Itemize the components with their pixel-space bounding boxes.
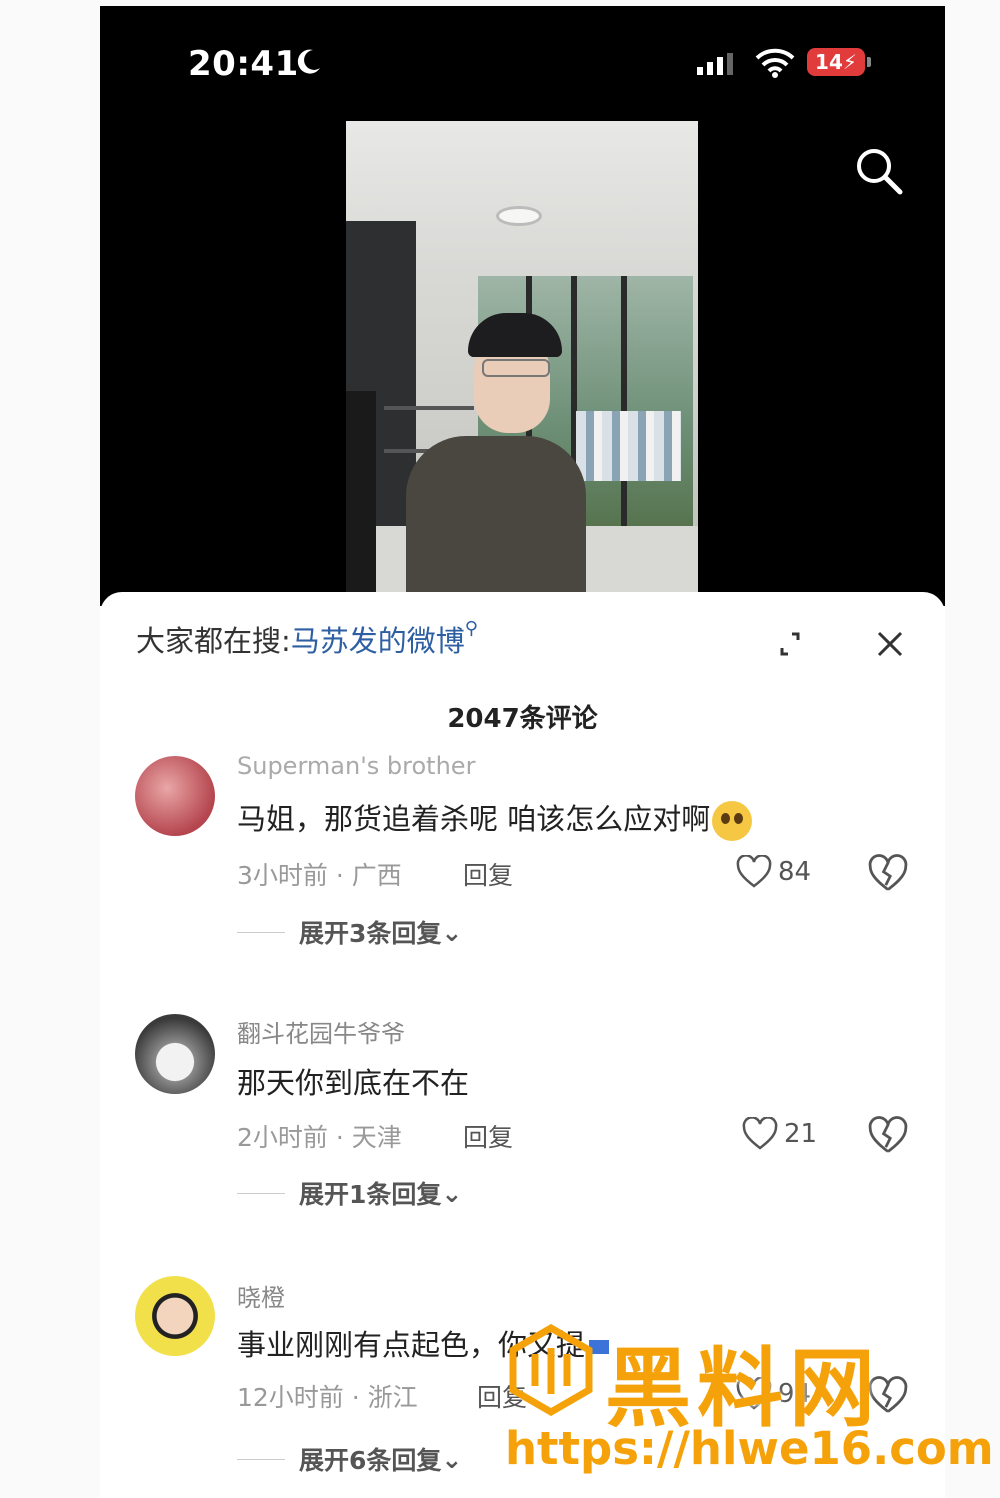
avatar[interactable]	[135, 756, 215, 836]
reply-button[interactable]: 回复	[463, 1118, 513, 1154]
like-button[interactable]: 21	[742, 1114, 817, 1154]
heart-icon	[742, 1117, 778, 1150]
comment-username[interactable]: 晓橙	[237, 1278, 285, 1313]
comment-text: 那天你到底在不在	[237, 1066, 470, 1100]
expand-replies[interactable]: 展开1条回复 ⌄	[237, 1176, 462, 1210]
video-clothes-rack	[576, 411, 681, 481]
expand-replies-label: 展开6条回复	[299, 1446, 442, 1475]
like-count: 94	[778, 1379, 812, 1409]
divider	[237, 1458, 285, 1460]
like-button[interactable]: 94	[736, 1374, 811, 1414]
charging-icon: ⚡	[842, 50, 857, 74]
hot-search-link[interactable]: 马苏发的微博	[291, 624, 465, 658]
battery-tip	[867, 57, 871, 67]
status-bar: 20:41 14 ⚡	[100, 6, 945, 116]
expand-replies[interactable]: 展开6条回复 ⌄	[237, 1442, 462, 1476]
comment-list[interactable]: Superman's brother 马姐，那货追着杀呢 咱该怎么应对啊 3小时…	[100, 752, 945, 1498]
broken-heart-icon[interactable]	[868, 854, 908, 894]
reply-button[interactable]: 回复	[477, 1378, 527, 1414]
broken-heart-icon[interactable]	[868, 1376, 908, 1416]
video-person-body	[406, 436, 586, 596]
chevron-down-icon: ⌄	[441, 1444, 463, 1474]
divider	[237, 931, 285, 933]
battery-indicator: 14 ⚡	[807, 48, 865, 76]
phone-screen: 20:41 14 ⚡ 大家都在搜:马苏发的微博⚲ 2047条评论 Superma…	[100, 6, 945, 1498]
chevron-down-icon: ⌄	[441, 1178, 463, 1208]
hot-search-prefix: 大家都在搜:	[136, 624, 291, 658]
search-icon[interactable]	[852, 144, 906, 198]
wifi-icon	[755, 48, 795, 78]
like-button[interactable]: 84	[736, 852, 811, 892]
heart-icon	[736, 855, 772, 888]
comment-username[interactable]: 翻斗花园牛爷爷	[237, 1014, 405, 1049]
expand-replies-label: 展开1条回复	[299, 1180, 442, 1209]
comment-sheet: 大家都在搜:马苏发的微博⚲ 2047条评论 Superman's brother…	[100, 592, 945, 1498]
comment-text: 马姐，那货追着杀呢 咱该怎么应对啊	[237, 796, 753, 841]
status-time: 20:41	[188, 44, 299, 84]
signal-icon	[697, 53, 733, 75]
divider	[237, 1192, 285, 1194]
reply-button[interactable]: 回复	[463, 856, 513, 892]
video-frame[interactable]	[346, 121, 698, 596]
close-icon[interactable]	[870, 624, 910, 664]
video-mannequin	[346, 391, 376, 596]
heart-icon	[736, 1377, 772, 1410]
like-count: 21	[784, 1119, 818, 1149]
comment-username[interactable]: Superman's brother	[237, 752, 475, 780]
video-player[interactable]: 20:41 14 ⚡	[100, 6, 945, 606]
video-person-glasses	[482, 359, 550, 377]
hot-search-bar[interactable]: 大家都在搜:马苏发的微博⚲	[136, 618, 478, 660]
expand-icon[interactable]	[770, 624, 810, 664]
comment-meta: 2小时前 · 天津	[237, 1123, 402, 1152]
video-ceiling-light	[496, 206, 542, 226]
flag-emoji-icon	[589, 1340, 610, 1354]
pleading-emoji-icon	[712, 801, 753, 841]
video-mullion	[621, 276, 627, 526]
chevron-down-icon: ⌄	[441, 917, 463, 947]
mini-search-icon: ⚲	[464, 618, 478, 639]
comment-text-content: 事业刚刚有点起色，你又提	[237, 1328, 586, 1362]
comment-meta: 12小时前 · 浙江	[237, 1383, 418, 1412]
comment-text-content: 马姐，那货追着杀呢 咱该怎么应对啊	[237, 802, 711, 836]
comment-count: 2047条评论	[447, 704, 598, 734]
broken-heart-icon[interactable]	[868, 1116, 908, 1156]
avatar[interactable]	[135, 1014, 215, 1094]
expand-replies[interactable]: 展开3条回复 ⌄	[237, 915, 462, 949]
comment-meta: 3小时前 · 广西	[237, 861, 402, 890]
avatar[interactable]	[135, 1276, 215, 1356]
like-count: 84	[778, 857, 812, 887]
moon-icon	[297, 49, 320, 74]
expand-replies-label: 展开3条回复	[299, 919, 442, 948]
comment-text: 事业刚刚有点起色，你又提	[237, 1322, 610, 1364]
battery-level: 14	[815, 50, 843, 74]
video-shelf	[384, 406, 474, 410]
